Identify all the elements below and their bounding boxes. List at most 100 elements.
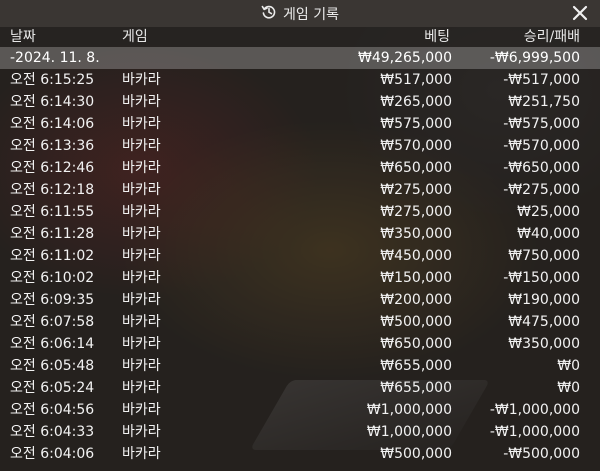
page-title: 게임 기록: [283, 6, 339, 23]
table-row[interactable]: 오전 6:11:02 바카라 ₩450,000 ₩750,000: [0, 245, 600, 267]
column-header-date: 날짜: [10, 29, 36, 45]
row-bet: ₩500,000: [380, 314, 452, 330]
row-bet: ₩265,000: [380, 94, 452, 110]
table-row[interactable]: 오전 6:07:58 바카라 ₩500,000 ₩475,000: [0, 311, 600, 333]
table-row[interactable]: 오전 6:12:46 바카라 ₩650,000 -₩650,000: [0, 157, 600, 179]
table-row[interactable]: 오전 6:04:33 바카라 ₩1,000,000 -₩1,000,000: [0, 421, 600, 443]
column-header-bet: 베팅: [424, 29, 450, 45]
table-row[interactable]: 오전 6:15:25 바카라 ₩517,000 -₩517,000: [0, 69, 600, 91]
row-result: -₩500,000: [503, 446, 580, 462]
close-icon: [572, 5, 588, 21]
row-result: ₩750,000: [508, 248, 580, 264]
table-row[interactable]: 오전 6:14:30 바카라 ₩265,000 ₩251,750: [0, 91, 600, 113]
close-button[interactable]: [570, 3, 590, 23]
history-icon: [261, 4, 277, 24]
table-row[interactable]: 오전 6:09:35 바카라 ₩200,000 ₩190,000: [0, 289, 600, 311]
row-game: 바카라: [122, 116, 161, 132]
row-result: -₩570,000: [503, 138, 580, 154]
row-time: 오전 6:15:25: [10, 72, 95, 88]
row-time: 오전 6:13:36: [10, 138, 95, 154]
table-row[interactable]: 오전 6:04:56 바카라 ₩1,000,000 -₩1,000,000: [0, 399, 600, 421]
row-bet: ₩200,000: [380, 292, 452, 308]
row-time: 오전 6:11:02: [10, 248, 95, 264]
row-bet: ₩150,000: [380, 270, 452, 286]
row-bet: ₩570,000: [380, 138, 452, 154]
header-title-group: 게임 기록: [261, 4, 339, 24]
summary-result: -₩6,999,500: [489, 50, 580, 66]
row-bet: ₩500,000: [380, 446, 452, 462]
table-row[interactable]: 오전 6:11:55 바카라 ₩275,000 ₩25,000: [0, 201, 600, 223]
row-bet: ₩575,000: [380, 116, 452, 132]
row-time: 오전 6:04:33: [10, 424, 95, 440]
game-history-header: 게임 기록: [0, 0, 600, 27]
table-row[interactable]: 오전 6:13:36 바카라 ₩570,000 -₩570,000: [0, 135, 600, 157]
row-game: 바카라: [122, 446, 161, 462]
row-bet: ₩275,000: [380, 204, 452, 220]
column-header-result: 승리/패배: [523, 29, 580, 45]
summary-date: -2024. 11. 8.: [10, 50, 100, 66]
row-result: ₩25,000: [517, 204, 580, 220]
row-time: 오전 6:10:02: [10, 270, 95, 286]
row-bet: ₩650,000: [380, 160, 452, 176]
row-result: ₩475,000: [508, 314, 580, 330]
row-game: 바카라: [122, 160, 161, 176]
date-summary-row[interactable]: -2024. 11. 8. ₩49,265,000 -₩6,999,500: [0, 47, 600, 69]
row-result: ₩0: [557, 380, 580, 396]
row-bet: ₩275,000: [380, 182, 452, 198]
row-time: 오전 6:12:46: [10, 160, 95, 176]
row-game: 바카라: [122, 314, 161, 330]
table-row[interactable]: 오전 6:10:02 바카라 ₩150,000 -₩150,000: [0, 267, 600, 289]
summary-bet: ₩49,265,000: [357, 50, 452, 66]
row-result: -₩275,000: [503, 182, 580, 198]
row-time: 오전 6:14:06: [10, 116, 95, 132]
table-row[interactable]: 오전 6:04:06 바카라 ₩500,000 -₩500,000: [0, 443, 600, 465]
row-game: 바카라: [122, 94, 161, 110]
row-bet: ₩1,000,000: [366, 402, 452, 418]
table-row[interactable]: 오전 6:05:24 바카라 ₩655,000 ₩0: [0, 377, 600, 399]
table-row[interactable]: 오전 6:05:48 바카라 ₩655,000 ₩0: [0, 355, 600, 377]
row-result: -₩1,000,000: [489, 424, 580, 440]
table-row[interactable]: 오전 6:12:18 바카라 ₩275,000 -₩275,000: [0, 179, 600, 201]
row-time: 오전 6:14:30: [10, 94, 95, 110]
row-result: ₩350,000: [508, 336, 580, 352]
row-game: 바카라: [122, 336, 161, 352]
row-bet: ₩655,000: [380, 358, 452, 374]
table-header: 날짜 게임 베팅 승리/패배: [0, 27, 600, 47]
row-game: 바카라: [122, 380, 161, 396]
row-game: 바카라: [122, 292, 161, 308]
row-time: 오전 6:12:18: [10, 182, 95, 198]
table-row[interactable]: 오전 6:14:06 바카라 ₩575,000 -₩575,000: [0, 113, 600, 135]
row-time: 오전 6:09:35: [10, 292, 95, 308]
row-time: 오전 6:04:56: [10, 402, 95, 418]
row-result: -₩650,000: [503, 160, 580, 176]
row-result: -₩1,000,000: [489, 402, 580, 418]
column-header-game: 게임: [122, 29, 148, 45]
row-result: ₩251,750: [508, 94, 580, 110]
row-result: -₩150,000: [503, 270, 580, 286]
table-row[interactable]: 오전 6:11:28 바카라 ₩350,000 ₩40,000: [0, 223, 600, 245]
row-time: 오전 6:11:28: [10, 226, 95, 242]
row-bet: ₩350,000: [380, 226, 452, 242]
row-result: ₩40,000: [517, 226, 580, 242]
row-result: -₩575,000: [503, 116, 580, 132]
row-result: -₩517,000: [503, 72, 580, 88]
row-time: 오전 6:06:14: [10, 336, 95, 352]
row-result: ₩0: [557, 358, 580, 374]
row-game: 바카라: [122, 182, 161, 198]
row-result: ₩190,000: [508, 292, 580, 308]
row-game: 바카라: [122, 226, 161, 242]
row-time: 오전 6:07:58: [10, 314, 95, 330]
row-game: 바카라: [122, 72, 161, 88]
table-row[interactable]: 오전 6:06:14 바카라 ₩650,000 ₩350,000: [0, 333, 600, 355]
row-game: 바카라: [122, 138, 161, 154]
row-time: 오전 6:05:24: [10, 380, 95, 396]
row-game: 바카라: [122, 248, 161, 264]
row-time: 오전 6:11:55: [10, 204, 95, 220]
row-game: 바카라: [122, 204, 161, 220]
row-time: 오전 6:05:48: [10, 358, 95, 374]
row-game: 바카라: [122, 270, 161, 286]
row-game: 바카라: [122, 358, 161, 374]
row-time: 오전 6:04:06: [10, 446, 95, 462]
row-bet: ₩655,000: [380, 380, 452, 396]
row-bet: ₩650,000: [380, 336, 452, 352]
